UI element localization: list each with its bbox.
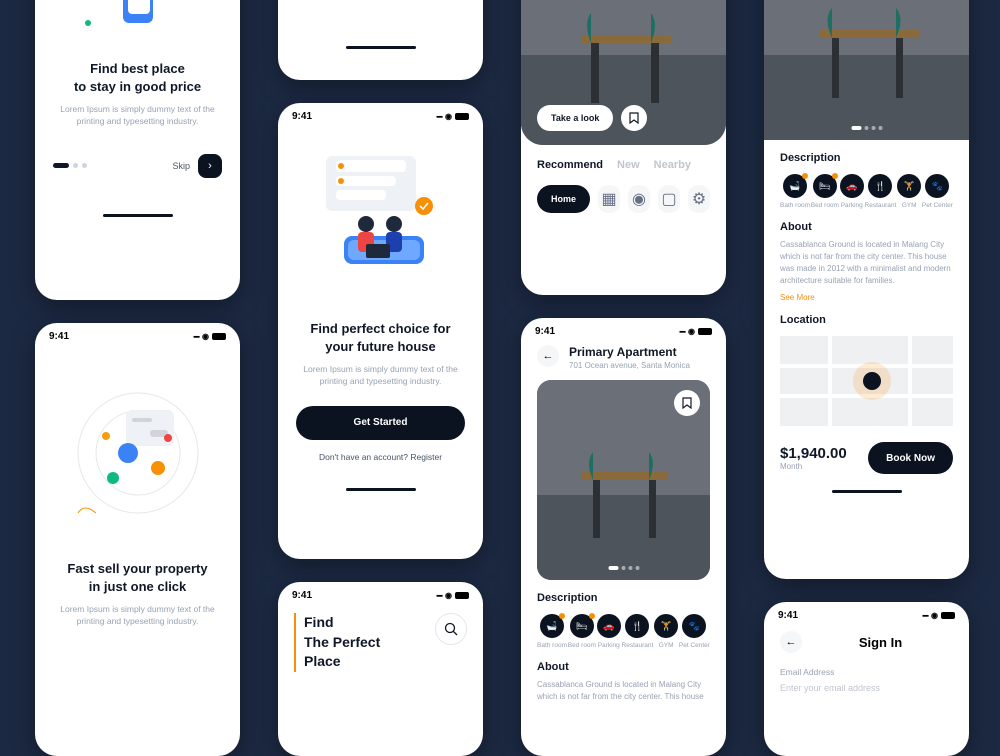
amenity-item[interactable]: 🚗Parking — [840, 174, 864, 209]
next-button[interactable]: › — [198, 154, 222, 178]
amenity-item[interactable]: 🛏Bed room — [568, 614, 596, 649]
onboarding-title: Find perfect choice for your future hous… — [278, 320, 483, 355]
onboarding-screen-1: Find best place to stay in good price Lo… — [35, 0, 240, 300]
nav-building-icon[interactable]: ▦ — [598, 185, 620, 213]
status-bar: 9:41 — [764, 602, 969, 625]
detail-title-block: Primary Apartment 701 Ocean avenue, Sant… — [569, 345, 690, 370]
listing-detail-screen: 9:41 ← Primary Apartment 701 Ocean avenu… — [521, 318, 726, 756]
about-heading: About — [537, 661, 710, 673]
status-time: 9:41 — [778, 610, 798, 621]
register-link[interactable]: Don't have an account? Register — [278, 452, 483, 462]
skip-link[interactable]: Skip — [172, 161, 190, 171]
photo-page-indicator — [608, 566, 639, 570]
take-a-look-button[interactable]: Take a look — [537, 105, 613, 131]
status-time: 9:41 — [535, 326, 555, 337]
location-map[interactable] — [780, 336, 953, 426]
amenity-item[interactable]: 🚗Parking — [597, 614, 621, 649]
see-more-link[interactable]: See More — [780, 293, 953, 302]
home-indicator — [103, 214, 173, 217]
tab-nearby[interactable]: Nearby — [654, 159, 691, 171]
amenity-item[interactable]: 🏋GYM — [897, 174, 921, 209]
find-title: Find The Perfect Place — [294, 613, 380, 672]
description-heading: Description — [537, 592, 710, 604]
description-heading: Description — [780, 152, 953, 164]
status-bar: 9:41 — [278, 103, 483, 126]
about-text: Cassablanca Ground is located in Malang … — [780, 239, 953, 287]
bottom-nav: Home ▦ ◉ ▢ ⚙ — [521, 171, 726, 223]
status-bar: 9:41 — [521, 318, 726, 341]
status-bar: 9:41 — [278, 582, 483, 605]
nav-home[interactable]: Home — [537, 185, 590, 213]
status-time: 9:41 — [292, 111, 312, 122]
amenities-row: 🛁Bath room 🛏Bed room 🚗Parking 🍴Restauran… — [764, 164, 969, 209]
nav-bookmark-icon[interactable]: ▢ — [658, 185, 680, 213]
amenity-item[interactable]: 🏋GYM — [654, 614, 678, 649]
tab-new[interactable]: New — [617, 159, 640, 171]
nav-settings-icon[interactable]: ⚙ — [688, 185, 710, 213]
home-indicator — [832, 490, 902, 493]
photo-page-indicator — [851, 126, 882, 130]
onboarding-screen-2: 9:41 Fast sell your property in just one… — [35, 323, 240, 756]
page-indicator — [53, 163, 87, 168]
onboarding-get-started: 9:41 Find per — [278, 103, 483, 559]
amenity-item[interactable]: 🐾Pet Center — [922, 174, 953, 209]
listing-photo — [764, 0, 969, 140]
email-field[interactable]: Enter your email address — [764, 677, 969, 693]
tab-recommend[interactable]: Recommend — [537, 159, 603, 171]
amenity-item[interactable]: 🍴Restaurant — [865, 174, 897, 209]
home-indicator — [346, 46, 416, 49]
onboarding-illustration — [35, 0, 240, 60]
price-period: Month — [780, 462, 847, 471]
illustration — [49, 358, 226, 548]
detail-title: Primary Apartment — [569, 345, 690, 359]
amenity-item[interactable]: 🐾Pet Center — [679, 614, 710, 649]
price-block: $1,940.00 Month — [780, 445, 847, 471]
signin-title: Sign In — [830, 635, 931, 650]
email-label: Email Address — [764, 667, 969, 677]
bookmark-button[interactable] — [621, 105, 647, 131]
amenity-item[interactable]: 🛁Bath room — [537, 614, 567, 649]
onboarding-title: Fast sell your property in just one clic… — [35, 560, 240, 595]
listing-photo — [537, 380, 710, 580]
onboarding-title: Find best place to stay in good price — [35, 60, 240, 95]
listing-detail-full: Description 🛁Bath room 🛏Bed room 🚗Parkin… — [764, 0, 969, 579]
detail-subtitle: 701 Ocean avenue, Santa Monica — [569, 361, 690, 370]
status-time: 9:41 — [292, 590, 312, 601]
map-pin-icon — [863, 372, 881, 390]
amenity-item[interactable]: 🛏Bed room — [811, 174, 839, 209]
onboarding-body: Lorem Ipsum is simply dummy text of the … — [35, 603, 240, 628]
sign-in-screen: 9:41 ← Sign In Email Address Enter your … — [764, 602, 969, 756]
status-time: 9:41 — [49, 331, 69, 342]
amenity-item[interactable]: 🛁Bath room — [780, 174, 810, 209]
price-value: $1,940.00 — [780, 445, 847, 462]
hero-image: Primary Apartment 701 Ocean avenue, Sant… — [521, 0, 726, 145]
home-indicator — [346, 488, 416, 491]
book-now-button[interactable]: Book Now — [868, 442, 953, 474]
back-button[interactable]: ← — [537, 345, 559, 367]
illustration — [292, 136, 469, 296]
category-tabs: Recommend New Nearby — [521, 145, 726, 171]
status-bar: 9:41 — [35, 323, 240, 346]
onboarding-body: Lorem Ipsum is simply dummy text of the … — [35, 103, 240, 128]
search-button[interactable] — [435, 613, 467, 645]
about-heading: About — [780, 221, 953, 233]
back-button[interactable]: ← — [780, 631, 802, 653]
search-home-screen: 9:41 Find The Perfect Place — [278, 582, 483, 756]
about-text: Cassablanca Ground is located in Malang … — [537, 679, 710, 701]
onboarding-body: Lorem Ipsum is simply dummy text of the … — [278, 363, 483, 388]
bookmark-button[interactable] — [674, 390, 700, 416]
location-heading: Location — [780, 314, 953, 326]
get-started-button[interactable]: Get Started — [296, 406, 465, 440]
amenity-item[interactable]: 🍴Restaurant — [622, 614, 654, 649]
nav-chat-icon[interactable]: ◉ — [628, 185, 650, 213]
amenities-row: 🛁Bath room 🛏Bed room 🚗Parking 🍴Restauran… — [521, 604, 726, 649]
blank-screen — [278, 0, 483, 80]
home-hero-screen: Primary Apartment 701 Ocean avenue, Sant… — [521, 0, 726, 295]
